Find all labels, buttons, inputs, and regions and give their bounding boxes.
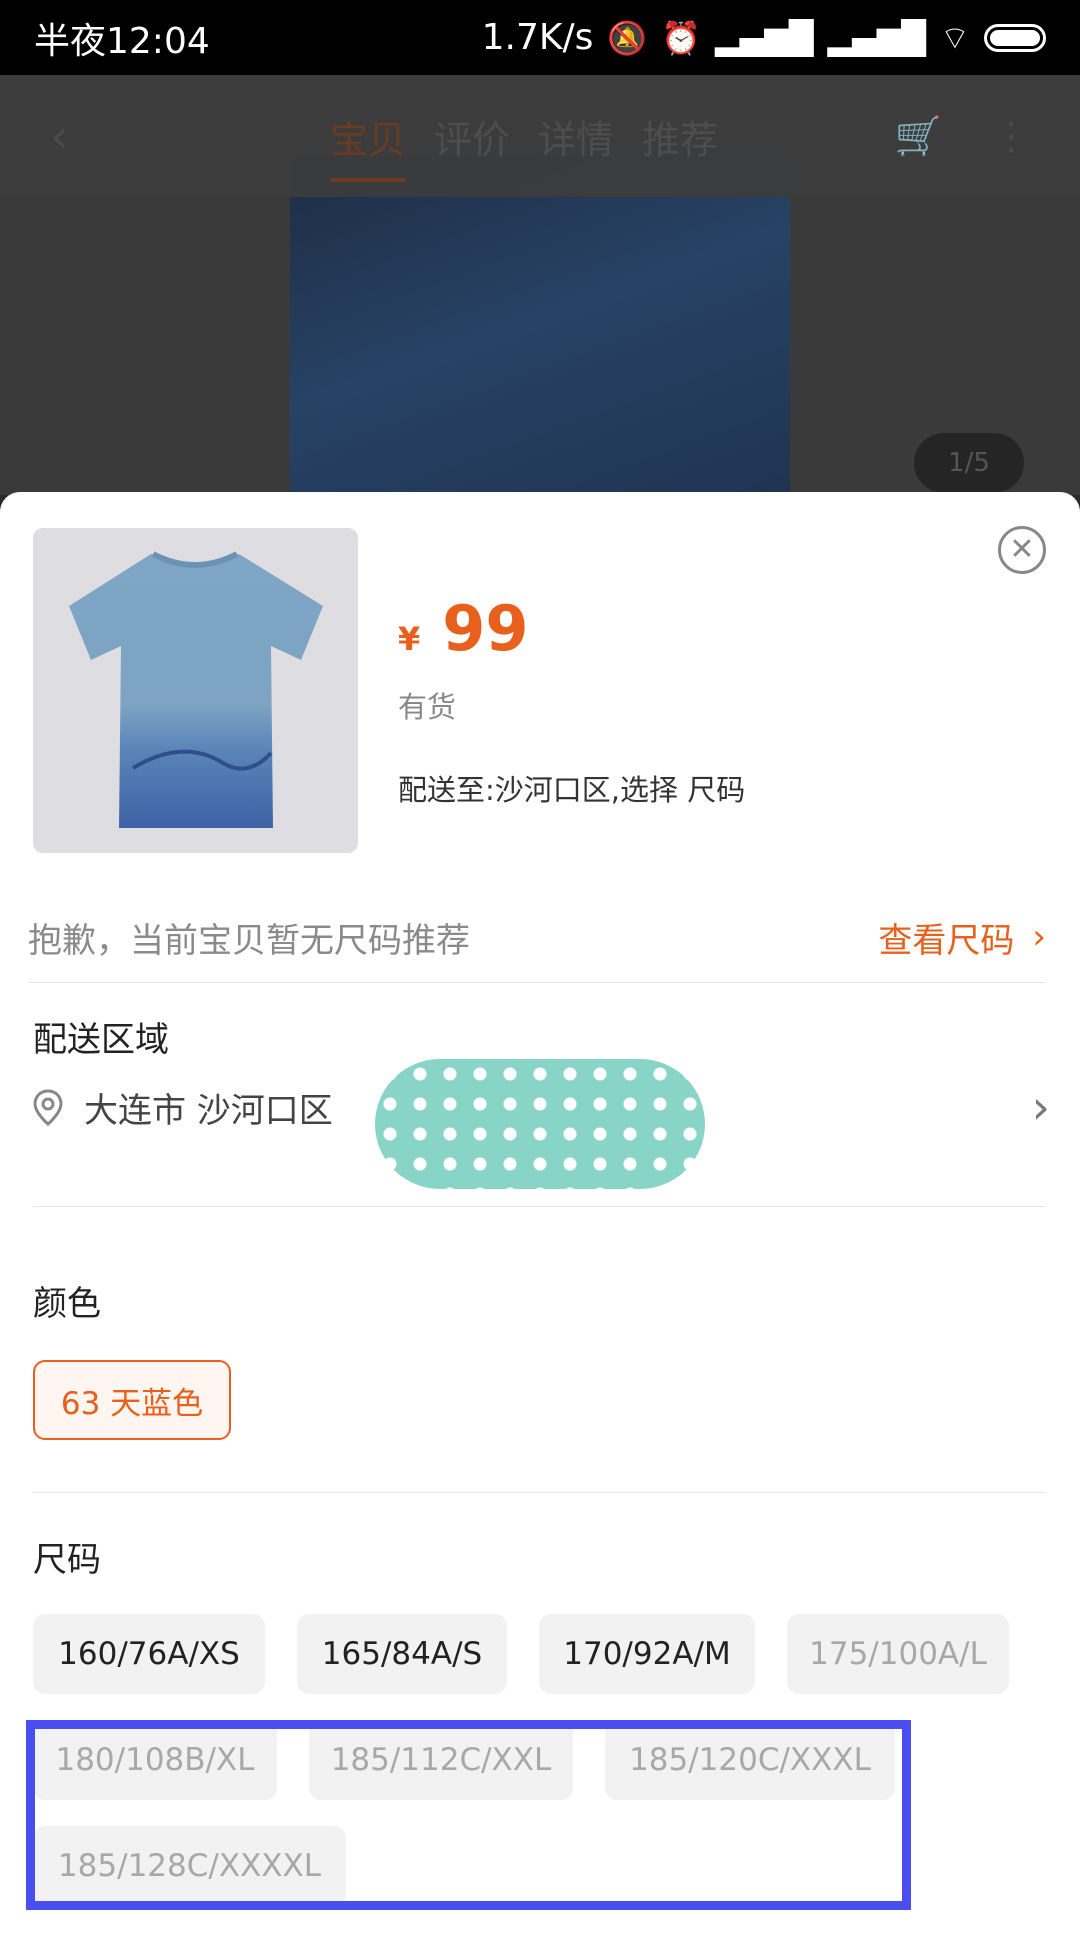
product-thumbnail <box>33 528 358 853</box>
color-option-selected[interactable]: 63 天蓝色 <box>33 1360 231 1440</box>
divider <box>33 1206 1046 1207</box>
product-image-background <box>290 155 790 495</box>
color-title: 颜色 <box>33 1284 101 1324</box>
tab-recommend[interactable]: 推荐 <box>642 109 718 164</box>
size-option-xs[interactable]: 160/76A/XS <box>33 1614 265 1694</box>
back-icon[interactable]: ‹ <box>50 109 110 163</box>
view-size-chart-label: 查看尺码 <box>878 920 1015 961</box>
tab-details[interactable]: 详情 <box>538 109 614 164</box>
chevron-right-icon: › <box>1032 917 1046 957</box>
tab-reviews[interactable]: 评价 <box>434 109 510 164</box>
wifi-icon: ⌔ <box>939 18 970 57</box>
redaction-mark <box>375 1059 705 1189</box>
chevron-right-icon[interactable]: › <box>1032 1080 1050 1134</box>
location-pin-icon <box>33 1089 63 1126</box>
size-recommendation-row: 抱歉，当前宝贝暂无尺码推荐 查看尺码 › <box>28 892 1046 983</box>
size-recommendation-text: 抱歉，当前宝贝暂无尺码推荐 <box>28 920 470 961</box>
size-option-xl[interactable]: 180/108B/XL <box>33 1720 277 1800</box>
view-size-chart-link[interactable]: 查看尺码 › <box>878 913 1046 962</box>
status-bar: 半夜12:04 1.7K/s 🔕 ⏰ ▂▄▆█ ▂▄▆█ ⌔ <box>0 0 1080 75</box>
delivery-title: 配送区域 <box>33 1020 169 1060</box>
mute-bell-icon: 🔕 <box>607 18 648 57</box>
sku-selector-sheet: ✕ ¥ 99 有货 配送至:沙河口区,选择 尺码 抱歉，当前宝贝暂无尺码推荐 查… <box>0 492 1080 1946</box>
image-counter: 1/5 <box>914 433 1024 493</box>
battery-icon <box>984 23 1046 52</box>
divider <box>33 1492 1046 1493</box>
more-icon[interactable]: ⋮ <box>992 114 1030 158</box>
tab-item[interactable]: 宝贝 <box>330 109 407 182</box>
network-speed: 1.7K/s <box>481 17 594 58</box>
delivery-region: 大连市 沙河口区 <box>84 1090 333 1131</box>
cart-icon[interactable]: 🛒 <box>895 114 942 159</box>
size-option-s[interactable]: 165/84A/S <box>297 1614 507 1694</box>
size-option-l[interactable]: 175/100A/L <box>787 1614 1009 1694</box>
price: ¥ 99 <box>398 592 529 665</box>
size-title: 尺码 <box>33 1540 101 1580</box>
alarm-icon: ⏰ <box>661 18 702 57</box>
price-value: 99 <box>442 592 529 665</box>
size-option-xxl[interactable]: 185/112C/XXL <box>309 1720 573 1800</box>
signal-icon: ▂▄▆█ <box>715 18 814 57</box>
size-option-m[interactable]: 170/92A/M <box>539 1614 755 1694</box>
status-time: 半夜12:04 <box>34 20 210 62</box>
tshirt-image <box>69 551 323 828</box>
shipping-summary: 配送至:沙河口区,选择 尺码 <box>398 773 746 807</box>
size-option-xxxxl[interactable]: 185/128C/XXXXL <box>33 1826 346 1906</box>
stock-status: 有货 <box>398 690 457 724</box>
product-page-background: ‹ 宝贝 评价 详情 推荐 🛒 ⋮ 1/5 <box>0 75 1080 495</box>
signal-icon-2: ▂▄▆█ <box>827 18 926 57</box>
product-nav-bar: ‹ 宝贝 评价 详情 推荐 🛒 ⋮ <box>0 75 1080 197</box>
size-option-xxxl[interactable]: 185/120C/XXXL <box>605 1720 895 1800</box>
currency-symbol: ¥ <box>398 620 421 658</box>
close-button[interactable]: ✕ <box>998 526 1046 574</box>
